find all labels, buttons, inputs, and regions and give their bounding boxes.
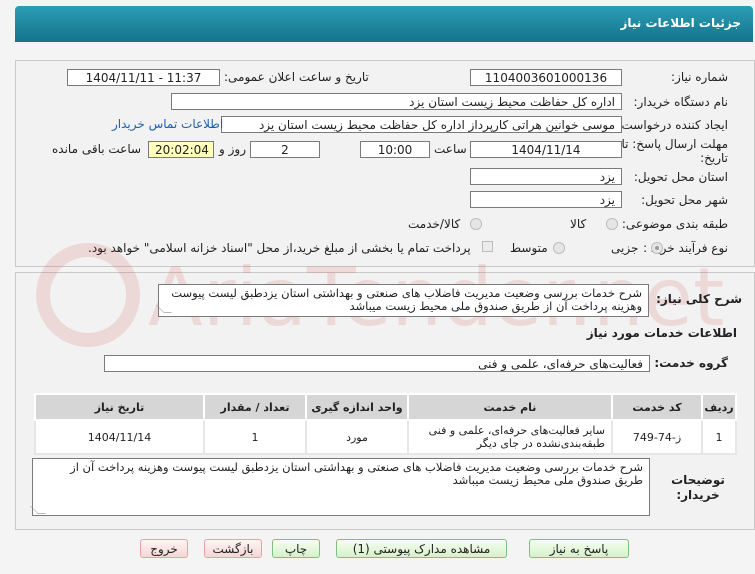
col-unit: واحد اندازه گیری [305,393,409,421]
need-number-field: 1104003601000136 [470,69,622,86]
col-row: ردیف [701,393,737,421]
page-title: جزئیات اطلاعات نیاز [620,16,741,30]
buyer-notes-label: توضیحات خریدار: [671,473,725,502]
city-label: شهر محل تحویل: [641,193,728,207]
process-radio-medium[interactable] [553,242,565,254]
back-button[interactable]: بازگشت [204,539,262,558]
remaining-label: ساعت باقی مانده [52,142,142,156]
print-button[interactable]: چاپ [272,539,320,558]
days-field: 2 [250,141,320,158]
exit-button[interactable]: خروج [140,539,188,558]
services-section-title: اطلاعات خدمات مورد نیاز [586,326,737,340]
process-radio-minor[interactable] [651,242,663,254]
province-label: استان محل تحویل: [633,170,728,184]
cell-date: 1404/11/14 [34,419,205,455]
services-table: ردیف کد خدمت نام خدمت واحد اندازه گیری ت… [34,393,737,455]
deadline-label: مهلت ارسال پاسخ: تا تاریخ: [621,137,728,165]
service-group-field: فعالیت‌های حرفه‌ای، علمی و فنی [104,355,650,372]
deadline-time-field: 10:00 [360,141,430,158]
reply-button[interactable]: پاسخ به نیاز [529,539,629,558]
category-option-goods: کالا [570,217,587,231]
col-code: کد خدمت [611,393,703,421]
days-label: روز و [219,142,246,156]
cell-unit: مورد [305,419,409,455]
page-header: جزئیات اطلاعات نیاز [15,6,753,42]
need-number-label: شماره نیاز: [671,70,728,84]
cell-qty: 1 [203,419,307,455]
attachments-button[interactable]: مشاهده مدارک پیوستی (1) [336,539,507,558]
city-field: یزد [470,191,622,208]
summary-textarea[interactable]: شرح خدمات بررسی وضعیت مدیریت فاضلاب های … [158,284,649,317]
deadline-date-field: 1404/11/14 [470,141,622,158]
time-label: ساعت [434,142,467,156]
summary-label: شرح کلی نیاز: [656,292,742,306]
cell-code: ز-74-749 [611,419,703,455]
remaining-time-field: 20:02:04 [148,141,214,158]
cell-row: 1 [701,419,737,455]
treasury-payment-checkbox[interactable] [482,241,493,252]
category-label: طبقه بندی موضوعی: [621,217,728,231]
buyer-org-field: اداره کل حفاظت محیط زیست استان یزد [171,93,622,110]
col-name: نام خدمت [407,393,613,421]
process-option-medium: متوسط [510,241,548,255]
announce-field: 1404/11/11 - 11:37 [67,69,220,86]
category-radio-goods[interactable] [606,218,618,230]
cell-name: سایر فعالیت‌های حرفه‌ای، علمی و فنی طبقه… [407,419,613,455]
service-group-label: گروه خدمت: [654,356,728,370]
table-header-row: ردیف کد خدمت نام خدمت واحد اندازه گیری ت… [34,393,737,421]
payment-note: پرداخت تمام یا بخشی از مبلغ خرید،از محل … [88,241,471,255]
creator-field: موسی خوانین هراتی کارپرداز اداره کل حفاظ… [221,116,622,133]
buyer-org-label: نام دستگاه خریدار: [633,95,729,109]
creator-label: ایجاد کننده درخواست: [617,118,728,132]
announce-label: تاریخ و ساعت اعلان عمومی: [224,70,369,84]
col-qty: تعداد / مقدار [203,393,307,421]
table-row: 1 ز-74-749 سایر فعالیت‌های حرفه‌ای، علمی… [34,419,737,455]
province-field: یزد [470,168,622,185]
col-date: تاریخ نیاز [34,393,205,421]
process-option-minor: جزیی [611,241,639,255]
category-option-goods-service: کالا/خدمت [408,217,461,231]
contact-buyer-link[interactable]: اطلاعات تماس خریدار [112,117,223,131]
buyer-notes-textarea[interactable]: شرح خدمات بررسی وضعیت مدیریت فاضلاب های … [32,458,650,516]
category-radio-goods-service[interactable] [470,218,482,230]
